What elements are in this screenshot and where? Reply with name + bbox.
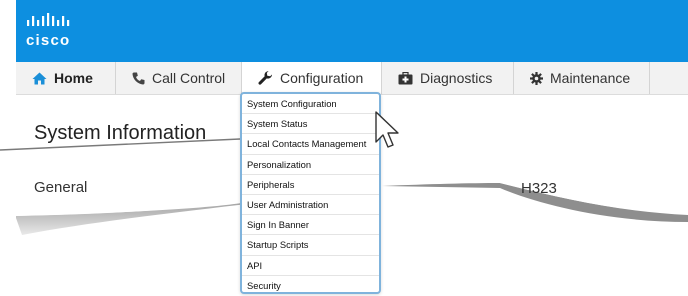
nav-item-diagnostics[interactable]: Diagnostics bbox=[382, 62, 514, 94]
nav-item-maintenance[interactable]: Maintenance bbox=[514, 62, 650, 94]
menu-item-security[interactable]: Security bbox=[242, 276, 379, 296]
nav-maintenance-label: Maintenance bbox=[550, 70, 631, 86]
mouse-pointer-icon bbox=[375, 111, 399, 148]
menu-item-local-contacts-management[interactable]: Local Contacts Management bbox=[242, 134, 379, 155]
gear-icon bbox=[530, 71, 543, 85]
nav-item-home[interactable]: Home bbox=[16, 62, 116, 94]
wrench-icon bbox=[258, 70, 273, 86]
menu-item-user-administration[interactable]: User Administration bbox=[242, 195, 379, 216]
cisco-logo: cisco bbox=[26, 13, 82, 49]
nav-item-call-control[interactable]: Call Control bbox=[116, 62, 242, 94]
nav-home-label: Home bbox=[54, 70, 93, 86]
top-header-bar: cisco bbox=[16, 0, 688, 62]
nav-call-control-label: Call Control bbox=[152, 70, 226, 86]
cisco-logo-text: cisco bbox=[26, 32, 71, 49]
phone-icon bbox=[132, 72, 145, 85]
menu-item-peripherals[interactable]: Peripherals bbox=[242, 175, 379, 195]
nav-diagnostics-label: Diagnostics bbox=[420, 70, 493, 86]
column-label-h323: H323 bbox=[521, 180, 557, 197]
menu-item-system-status[interactable]: System Status bbox=[242, 114, 379, 135]
nav-item-configuration[interactable]: Configuration bbox=[242, 62, 382, 94]
configuration-dropdown-menu: System Configuration System Status Local… bbox=[240, 92, 381, 294]
menu-item-startup-scripts[interactable]: Startup Scripts bbox=[242, 235, 379, 256]
menu-item-personalization[interactable]: Personalization bbox=[242, 155, 379, 175]
home-icon bbox=[32, 72, 47, 85]
menu-item-system-configuration[interactable]: System Configuration bbox=[242, 94, 379, 115]
cisco-bars-icon bbox=[27, 13, 70, 26]
main-nav: Home Call Control Configuration Diagnost… bbox=[16, 62, 688, 95]
menu-item-sign-in-banner[interactable]: Sign In Banner bbox=[242, 215, 379, 236]
nav-configuration-label: Configuration bbox=[280, 70, 364, 86]
medkit-icon bbox=[398, 71, 413, 85]
page-title: System Information bbox=[34, 122, 207, 144]
section-label-general: General bbox=[34, 179, 88, 196]
menu-item-api[interactable]: API bbox=[242, 256, 379, 276]
